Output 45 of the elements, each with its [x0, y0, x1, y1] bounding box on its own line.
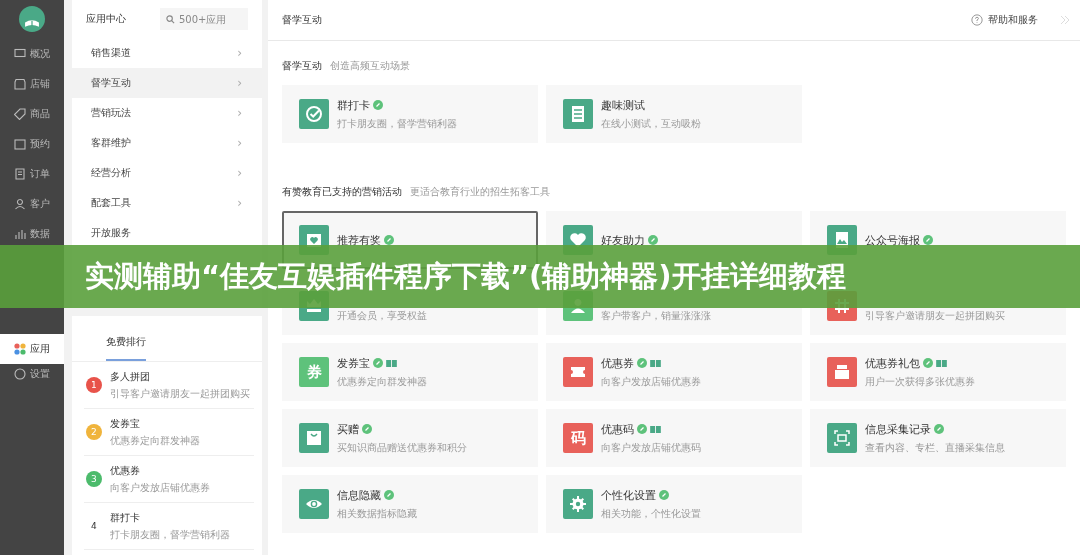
app-description: 打卡朋友圈，督学营销利器 [337, 116, 457, 131]
app-description: 向客户发放店铺优惠码 [601, 440, 701, 455]
chevron-icon: › [237, 136, 242, 150]
app-title: 群打卡 [337, 97, 370, 113]
rank-number: 1 [85, 377, 102, 393]
chevron-icon: › [237, 166, 242, 180]
chevron-icon: › [237, 46, 242, 60]
app-description: 打卡朋友圈，督学营销利器 [109, 527, 230, 542]
chevron-icon: › [237, 76, 242, 90]
app-title: 优惠码 [601, 421, 634, 437]
rank-number: 2 [85, 424, 102, 440]
app-description: 相关功能，个性化设置 [601, 506, 701, 521]
section-title: 督学互动 [282, 59, 322, 73]
page-title: 督学互动 [282, 13, 323, 27]
menu-title: 应用中心 [85, 12, 126, 26]
app-title: 买赠 [337, 421, 359, 437]
app-title: 优惠券 [601, 355, 634, 371]
rank-number: 3 [85, 471, 102, 487]
app-title: 公众号海报 [865, 232, 920, 248]
chevron-icon: › [237, 106, 242, 120]
app-description: 买知识商品赠送优惠券和积分 [337, 440, 467, 455]
app-description: 相关数据指标隐藏 [337, 506, 417, 521]
app-description: 优惠券定向群发神器 [337, 374, 427, 389]
app-description: 在线小测试，互动吸粉 [601, 116, 701, 131]
app-icon: 码 [563, 423, 593, 453]
app-description: 向客户发放店铺优惠券 [601, 374, 701, 389]
app-description: 向客户发放店铺优惠券 [109, 480, 210, 495]
app-description: 客户带客户，销量涨涨涨 [601, 309, 711, 323]
app-description: 开通会员，享受权益 [337, 309, 427, 323]
app-title: 优惠券礼包 [865, 355, 920, 371]
rank-number: 4 [90, 520, 98, 533]
app-title: 信息隐藏 [337, 487, 381, 503]
app-title: 个性化设置 [601, 487, 656, 503]
app-icon: 券 [299, 357, 329, 387]
app-title: 推荐有奖 [337, 232, 381, 248]
section-subtitle: 创造高频互动场景 [330, 59, 410, 73]
app-title: 好友助力 [601, 232, 645, 248]
app-description: 优惠券定向群发神器 [109, 433, 200, 448]
app-title: 趣味测试 [601, 97, 645, 113]
app-description: 查看内容、专栏、直播采集信息 [865, 440, 1005, 455]
section-subtitle: 更适合教育行业的招生拓客工具 [410, 185, 550, 199]
section-title: 有赞教育已支持的营销活动 [282, 185, 402, 199]
app-title: 发券宝 [337, 355, 370, 371]
app-title: 信息采集记录 [865, 421, 931, 437]
chevron-icon: › [237, 196, 242, 210]
